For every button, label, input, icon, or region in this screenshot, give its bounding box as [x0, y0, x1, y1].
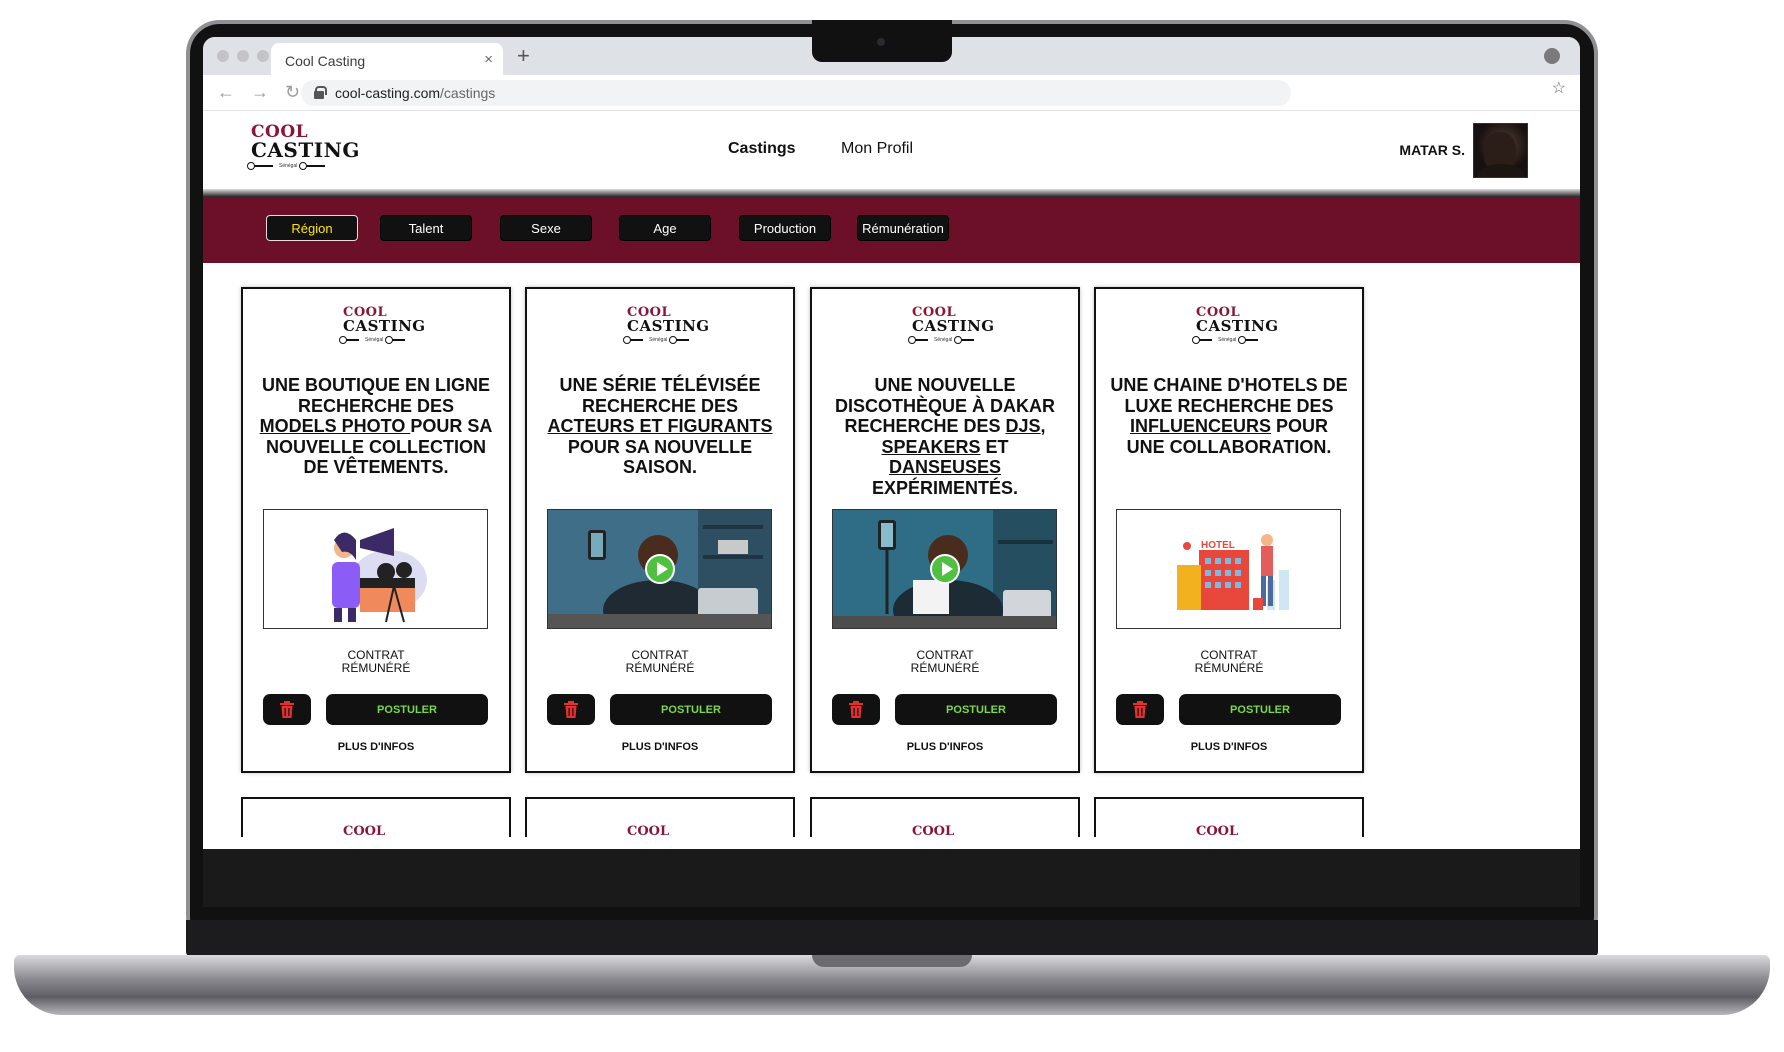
hotel-illustration: HOTEL: [1116, 509, 1341, 629]
logo-tagline: Sénégal: [247, 162, 341, 170]
more-info-link[interactable]: PLUS D'INFOS: [243, 741, 509, 753]
filter-bar: Région Talent Sexe Age Production Rémuné…: [203, 197, 1580, 263]
card-logo: COOL CASTING Sénégal: [623, 305, 710, 344]
more-info-link[interactable]: PLUS D'INFOS: [1096, 741, 1362, 753]
user-name[interactable]: MATAR S.: [1399, 142, 1465, 158]
casting-card-next-row: COOL: [1094, 797, 1364, 839]
delete-button[interactable]: [1116, 694, 1164, 725]
url-input[interactable]: cool-casting.com/castings: [301, 80, 1291, 106]
delete-button[interactable]: [263, 694, 311, 725]
trash-icon: [1133, 701, 1147, 718]
more-info-link[interactable]: PLUS D'INFOS: [812, 741, 1078, 753]
filter-sexe-button[interactable]: Sexe: [500, 215, 592, 241]
screen-bottom-bezel: [203, 849, 1580, 907]
lock-icon: [314, 86, 327, 99]
contract-label: CONTRAT RÉMUNÉRÉ: [341, 648, 411, 675]
header-divider: [203, 189, 1580, 197]
card-logo: COOL CASTING Sénégal: [908, 305, 995, 344]
play-icon[interactable]: [645, 554, 675, 584]
more-info-link[interactable]: PLUS D'INFOS: [527, 741, 793, 753]
casting-title: UNE SÉRIE TÉLÉVISÉE RECHERCHE DES ACTEUR…: [547, 375, 773, 477]
contract-label: CONTRAT RÉMUNÉRÉ: [625, 648, 695, 675]
filter-talent-button[interactable]: Talent: [380, 215, 472, 241]
nav-castings-link[interactable]: Castings: [728, 140, 796, 158]
casting-title: UNE CHAINE D'HOTELS DE LUXE RECHERCHE DE…: [1110, 375, 1348, 457]
casting-card: COOL CASTING Sénégal UNE NOUVELLE DISCOT…: [810, 287, 1080, 773]
forward-arrow-icon[interactable]: →: [251, 82, 269, 103]
castings-grid: COOL CASTING Sénégal UNE BOUTIQUE EN LIG…: [203, 263, 1580, 863]
site-header: COOL CASTING Sénégal Castings Mon Profil…: [203, 111, 1580, 189]
laptop-base-notch: [812, 955, 972, 967]
reload-icon[interactable]: ↻: [285, 82, 300, 103]
logo-casting-text: CASTING: [251, 138, 360, 162]
card-logo: COOL CASTING Sénégal: [339, 305, 426, 344]
casting-card: COOL CASTING Sénégal UNE CHAINE D'HOTELS…: [1094, 287, 1364, 773]
browser-addressbar: ← → ↻ cool-casting.com/castings ☆: [203, 75, 1580, 111]
apply-button[interactable]: POSTULER: [895, 694, 1057, 725]
casting-card-next-row: COOL: [241, 797, 511, 839]
apply-button[interactable]: POSTULER: [610, 694, 772, 725]
video-thumbnail[interactable]: [547, 509, 772, 629]
svg-text:HOTEL: HOTEL: [1201, 540, 1235, 551]
casting-card: COOL CASTING Sénégal UNE SÉRIE TÉLÉVISÉE…: [525, 287, 795, 773]
laptop-screen: Cool Casting × + ← → ↻ cool-casting.com/…: [203, 37, 1580, 907]
casting-title: UNE BOUTIQUE EN LIGNE RECHERCHE DES MODE…: [259, 375, 493, 477]
casting-card: COOL CASTING Sénégal UNE BOUTIQUE EN LIG…: [241, 287, 511, 773]
video-thumbnail[interactable]: [832, 509, 1057, 629]
casting-title: UNE NOUVELLE DISCOTHÈQUE À DAKAR RECHERC…: [834, 375, 1055, 498]
apply-button[interactable]: POSTULER: [1179, 694, 1341, 725]
delete-button[interactable]: [832, 694, 880, 725]
browser-tab[interactable]: Cool Casting ×: [271, 43, 503, 75]
window-controls[interactable]: [217, 50, 269, 62]
trash-icon: [280, 701, 294, 718]
filter-production-button[interactable]: Production: [739, 215, 831, 241]
camera-notch: [812, 20, 952, 62]
delete-button[interactable]: [547, 694, 595, 725]
casting-card-next-row: COOL: [525, 797, 795, 839]
play-icon[interactable]: [930, 554, 960, 584]
card-logo: COOL CASTING Sénégal: [1192, 305, 1279, 344]
filter-region-button[interactable]: Région: [266, 215, 358, 241]
close-tab-icon[interactable]: ×: [484, 51, 493, 68]
contract-label: CONTRAT RÉMUNÉRÉ: [1194, 648, 1264, 675]
film-director-illustration: [263, 509, 488, 629]
laptop-hinge: [186, 920, 1598, 956]
apply-button[interactable]: POSTULER: [326, 694, 488, 725]
site-logo[interactable]: COOL CASTING Sénégal: [247, 124, 360, 170]
new-tab-icon[interactable]: +: [517, 43, 530, 69]
trash-icon: [849, 701, 863, 718]
filter-age-button[interactable]: Age: [619, 215, 711, 241]
camera-icon: [877, 38, 885, 46]
url-path: /castings: [440, 85, 496, 101]
avatar[interactable]: [1473, 123, 1528, 178]
casting-card-next-row: COOL: [810, 797, 1080, 839]
browser-profile-icon[interactable]: [1544, 48, 1560, 64]
trash-icon: [564, 701, 578, 718]
contract-label: CONTRAT RÉMUNÉRÉ: [910, 648, 980, 675]
browser-tab-title: Cool Casting: [285, 53, 366, 69]
url-domain: cool-casting.com: [335, 85, 441, 101]
bookmark-star-icon[interactable]: ☆: [1552, 78, 1566, 98]
filter-remuneration-button[interactable]: Rémunération: [857, 215, 949, 241]
back-arrow-icon[interactable]: ←: [217, 82, 235, 103]
nav-profile-link[interactable]: Mon Profil: [841, 140, 913, 158]
